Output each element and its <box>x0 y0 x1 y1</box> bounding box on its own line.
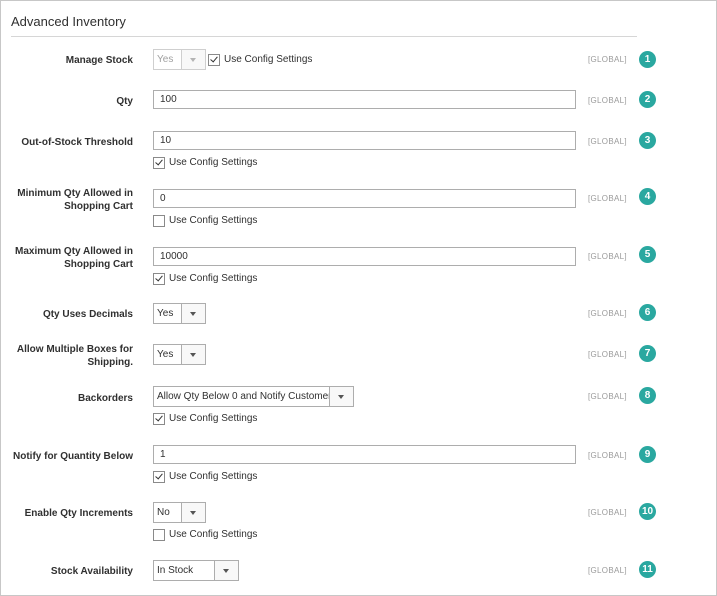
scope-label: [GLOBAL] <box>588 252 627 261</box>
max-qty-label: Maximum Qty Allowed in Shopping Cart <box>3 245 133 271</box>
callout-badge: 1 <box>639 51 656 68</box>
scope-label: [GLOBAL] <box>588 194 627 203</box>
callout-badge: 7 <box>639 345 656 362</box>
notify-qty-below-use-config-checkbox[interactable] <box>153 471 165 483</box>
scope-label: [GLOBAL] <box>588 96 627 105</box>
use-config-label: Use Config Settings <box>224 54 313 65</box>
max-qty-label-line2: Shopping Cart <box>64 259 133 270</box>
scope-label: [GLOBAL] <box>588 137 627 146</box>
chevron-down-icon <box>190 312 196 316</box>
multiple-boxes-dropdown-toggle[interactable] <box>181 345 205 364</box>
stock-availability-select[interactable]: In Stock <box>153 560 239 581</box>
qty-increments-label: Enable Qty Increments <box>24 508 133 519</box>
chevron-down-icon <box>223 569 229 573</box>
stock-availability-dropdown-toggle[interactable] <box>214 561 238 580</box>
chevron-down-icon <box>190 511 196 515</box>
scope-label: [GLOBAL] <box>588 55 627 64</box>
qty-uses-decimals-select[interactable]: Yes <box>153 303 206 324</box>
qty-increments-use-config-checkbox[interactable] <box>153 529 165 541</box>
min-qty-label-line2: Shopping Cart <box>64 201 133 212</box>
stock-availability-label: Stock Availability <box>50 566 133 577</box>
min-qty-label: Minimum Qty Allowed in Shopping Cart <box>3 187 133 213</box>
manage-stock-use-config-checkbox[interactable] <box>208 54 220 66</box>
scope-label: [GLOBAL] <box>588 392 627 401</box>
scope-label: [GLOBAL] <box>588 350 627 359</box>
callout-badge: 11 <box>639 561 656 578</box>
qty-label: Qty <box>116 96 133 107</box>
use-config-label: Use Config Settings <box>169 157 258 168</box>
section-title: Advanced Inventory <box>11 14 126 29</box>
notify-qty-below-label: Notify for Quantity Below <box>13 451 133 462</box>
qty-increments-dropdown-toggle[interactable] <box>181 503 205 522</box>
manage-stock-label: Manage Stock <box>65 55 133 66</box>
qty-increments-value: No <box>157 507 170 518</box>
use-config-label: Use Config Settings <box>169 273 258 284</box>
callout-badge: 10 <box>639 503 656 520</box>
callout-badge: 8 <box>639 387 656 404</box>
manage-stock-select[interactable]: Yes <box>153 49 206 70</box>
callout-badge: 2 <box>639 91 656 108</box>
backorders-select[interactable]: Allow Qty Below 0 and Notify Customer <box>153 386 354 407</box>
use-config-label: Use Config Settings <box>169 471 258 482</box>
callout-badge: 3 <box>639 132 656 149</box>
manage-stock-value: Yes <box>157 54 174 65</box>
multiple-boxes-label: Allow Multiple Boxes for Shipping. <box>3 343 133 369</box>
callout-badge: 5 <box>639 246 656 263</box>
callout-badge: 9 <box>639 446 656 463</box>
out-of-stock-threshold-use-config-checkbox[interactable] <box>153 157 165 169</box>
callout-badge: 4 <box>639 188 656 205</box>
qty-input[interactable]: 100 <box>153 90 576 109</box>
stock-availability-value: In Stock <box>157 565 194 576</box>
multiple-boxes-value: Yes <box>157 349 174 360</box>
max-qty-label-line1: Maximum Qty Allowed in <box>15 246 133 257</box>
chevron-down-icon <box>190 58 196 62</box>
min-qty-use-config-checkbox[interactable] <box>153 215 165 227</box>
chevron-down-icon <box>338 395 344 399</box>
notify-qty-below-input[interactable]: 1 <box>153 445 576 464</box>
qty-uses-decimals-dropdown-toggle[interactable] <box>181 304 205 323</box>
manage-stock-dropdown-toggle[interactable] <box>181 50 205 69</box>
scope-label: [GLOBAL] <box>588 508 627 517</box>
use-config-label: Use Config Settings <box>169 413 258 424</box>
out-of-stock-threshold-label: Out-of-Stock Threshold <box>21 137 133 148</box>
min-qty-label-line1: Minimum Qty Allowed in <box>17 188 133 199</box>
qty-uses-decimals-value: Yes <box>157 308 174 319</box>
scope-label: [GLOBAL] <box>588 566 627 575</box>
chevron-down-icon <box>190 353 196 357</box>
multiple-boxes-label-line1: Allow Multiple Boxes for <box>16 344 133 355</box>
multiple-boxes-label-line2: Shipping. <box>87 357 133 368</box>
callout-badge: 6 <box>639 304 656 321</box>
scope-label: [GLOBAL] <box>588 309 627 318</box>
backorders-dropdown-toggle[interactable] <box>329 387 353 406</box>
backorders-use-config-checkbox[interactable] <box>153 413 165 425</box>
qty-increments-select[interactable]: No <box>153 502 206 523</box>
backorders-label: Backorders <box>77 393 133 404</box>
max-qty-input[interactable]: 10000 <box>153 247 576 266</box>
out-of-stock-threshold-input[interactable]: 10 <box>153 131 576 150</box>
section-divider <box>11 36 637 37</box>
backorders-value: Allow Qty Below 0 and Notify Customer <box>157 391 332 402</box>
scope-label: [GLOBAL] <box>588 451 627 460</box>
min-qty-input[interactable]: 0 <box>153 189 576 208</box>
multiple-boxes-select[interactable]: Yes <box>153 344 206 365</box>
qty-uses-decimals-label: Qty Uses Decimals <box>42 309 133 320</box>
use-config-label: Use Config Settings <box>169 215 258 226</box>
use-config-label: Use Config Settings <box>169 529 258 540</box>
max-qty-use-config-checkbox[interactable] <box>153 273 165 285</box>
